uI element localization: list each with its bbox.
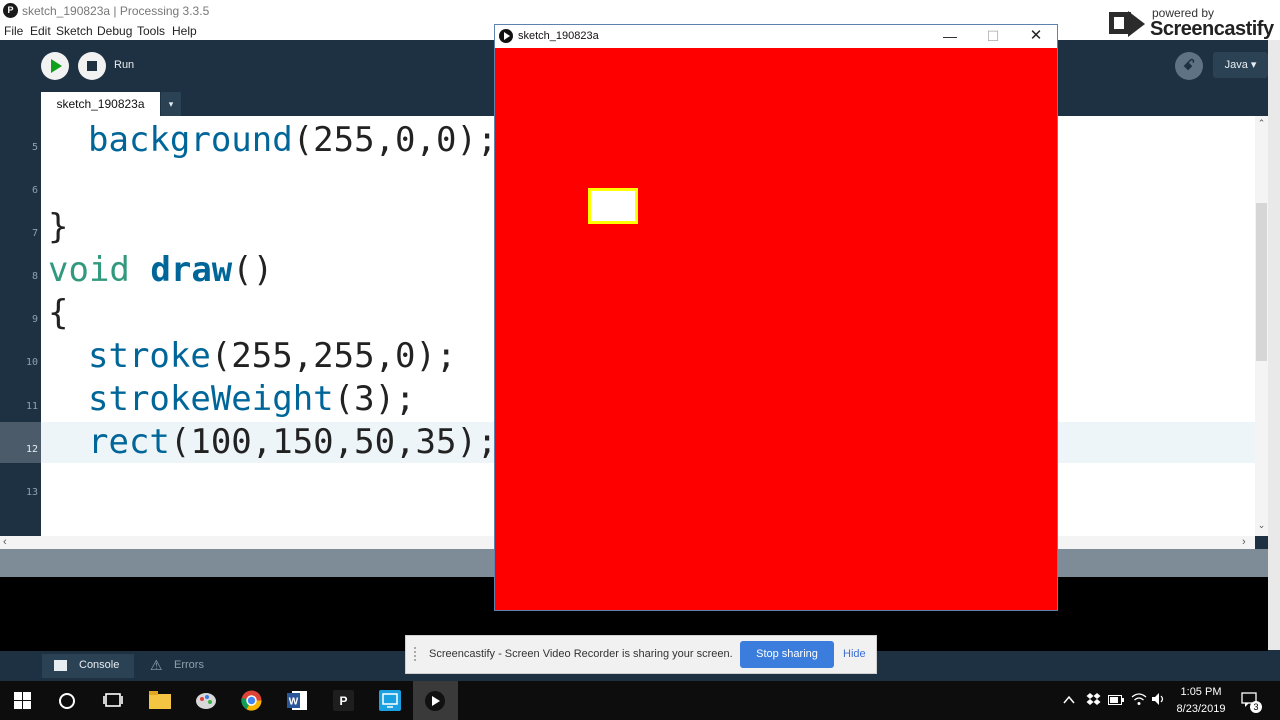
clock-time[interactable]: 1:05 PM	[1170, 686, 1232, 698]
wifi-icon[interactable]	[1131, 692, 1147, 706]
code-args: (255,0,0);	[292, 120, 498, 160]
task-view-icon[interactable]	[103, 692, 123, 709]
mode-selector[interactable]: Java ▾	[1213, 52, 1268, 78]
line-number: 12	[25, 444, 38, 455]
line-number: 8	[31, 271, 38, 282]
code-line-9: {	[48, 293, 69, 333]
play-icon	[51, 59, 62, 73]
console-icon	[54, 660, 67, 671]
code-function: draw	[150, 250, 233, 290]
background-window-edge	[1268, 40, 1280, 650]
clock-date[interactable]: 8/23/2019	[1170, 703, 1232, 715]
minimize-button[interactable]: —	[930, 26, 970, 46]
current-line-gutter	[0, 422, 41, 463]
battery-icon[interactable]	[1108, 695, 1124, 705]
scroll-down-icon[interactable]: ⌄	[1255, 520, 1268, 532]
menu-sketch[interactable]: Sketch	[56, 24, 93, 38]
line-gutter	[0, 116, 41, 536]
stop-icon	[87, 61, 97, 71]
word-icon[interactable]: W	[287, 690, 308, 711]
chevron-up-icon[interactable]	[1062, 694, 1076, 706]
line-number: 9	[31, 314, 38, 325]
tab-sketch[interactable]: sketch_190823a	[41, 92, 160, 116]
dropbox-icon[interactable]	[1086, 693, 1101, 707]
tab-menu-arrow[interactable]: ▾	[161, 92, 181, 116]
run-button[interactable]	[41, 52, 69, 80]
errors-tab[interactable]: ⚠ Errors	[150, 654, 220, 678]
sketch-rectangle	[588, 188, 638, 224]
code-line-11: strokeWeight(3);	[88, 379, 416, 419]
code-function: background	[88, 120, 293, 160]
debug-button[interactable]: ꗃ	[1175, 52, 1203, 80]
debug-icon: ꗃ	[1183, 57, 1195, 74]
close-button[interactable]: ✕	[1016, 26, 1056, 46]
line-number: 7	[31, 228, 38, 239]
line-number: 6	[31, 185, 38, 196]
code-function: strokeWeight	[88, 379, 334, 419]
stop-button[interactable]	[78, 52, 106, 80]
console-tab[interactable]: Console	[42, 654, 134, 678]
scroll-left-icon[interactable]: ‹	[3, 536, 7, 548]
code-function: stroke	[88, 336, 211, 376]
sketch-canvas	[495, 48, 1057, 610]
code-keyword: void	[48, 250, 130, 290]
line-number: 13	[25, 487, 38, 498]
code-function: rect	[88, 422, 170, 462]
code-line-10: stroke(255,255,0);	[88, 336, 456, 376]
code-args: (255,255,0);	[210, 336, 457, 376]
sharing-message: Screencastify - Screen Video Recorder is…	[429, 648, 733, 660]
menu-help[interactable]: Help	[172, 24, 197, 38]
code-line-8: void draw()	[48, 250, 273, 290]
volume-icon[interactable]	[1151, 692, 1167, 706]
sketch-window-title: sketch_190823a	[518, 30, 599, 42]
code-line-5: background(255,0,0);	[88, 120, 497, 160]
paint-icon[interactable]	[195, 690, 217, 710]
console-label: Console	[79, 659, 120, 671]
windows-start-icon[interactable]	[14, 692, 31, 709]
sketch-app-icon[interactable]	[424, 690, 446, 712]
notification-count-badge: 3	[1250, 701, 1262, 713]
code-line-7: }	[48, 207, 69, 247]
menu-tools[interactable]: Tools	[137, 24, 165, 38]
maximize-button[interactable]: ☐	[973, 26, 1013, 46]
line-number: 10	[25, 357, 38, 368]
menu-debug[interactable]: Debug	[97, 24, 132, 38]
svg-text:P: P	[339, 694, 347, 708]
line-number: 11	[25, 401, 38, 412]
stop-sharing-button[interactable]: Stop sharing	[740, 641, 834, 668]
processing-app-icon: P	[3, 3, 18, 18]
scroll-up-icon[interactable]: ⌃	[1255, 118, 1268, 130]
line-number: 5	[31, 142, 38, 153]
hide-button[interactable]: Hide	[843, 648, 866, 660]
code-args: (3);	[333, 379, 416, 419]
warning-icon: ⚠	[150, 657, 163, 673]
code-args: (100,150,50,35);	[169, 422, 498, 462]
window-title: sketch_190823a | Processing 3.3.5	[22, 4, 210, 18]
chrome-icon[interactable]	[241, 690, 262, 711]
svg-text:W: W	[289, 697, 299, 708]
vertical-scroll-thumb[interactable]	[1256, 203, 1267, 361]
errors-label: Errors	[174, 659, 204, 671]
code-args: ()	[232, 250, 274, 290]
title-bar: P sketch_190823a | Processing 3.3.5	[0, 0, 1280, 22]
menu-file[interactable]: File	[4, 24, 23, 38]
processing-icon[interactable]: P	[333, 690, 354, 711]
processing-run-icon	[499, 29, 513, 43]
run-label: Run	[114, 59, 135, 71]
scroll-right-icon[interactable]: ›	[1242, 536, 1246, 548]
watermark-brand-text: Screencastify	[1150, 18, 1274, 40]
menu-edit[interactable]: Edit	[30, 24, 51, 38]
screencastify-logo-icon	[1109, 11, 1145, 37]
drag-handle-icon[interactable]	[414, 647, 422, 661]
remote-desktop-icon[interactable]	[379, 690, 401, 711]
file-explorer-icon[interactable]	[149, 691, 171, 709]
cortana-icon[interactable]	[58, 692, 76, 710]
code-line-12: rect(100,150,50,35);	[88, 422, 497, 462]
